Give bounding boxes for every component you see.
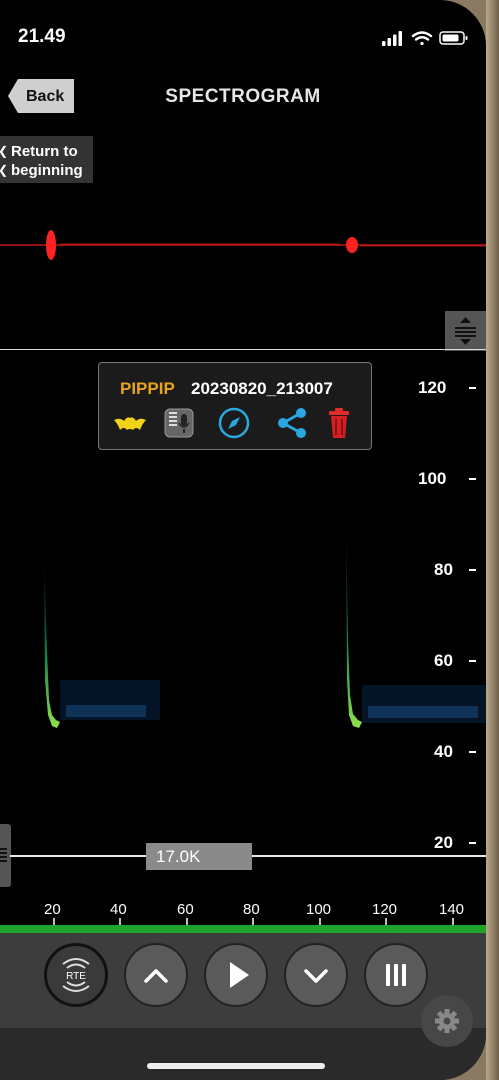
- x-tick-label: 40: [110, 901, 127, 918]
- x-tick-label: 140: [439, 901, 465, 918]
- waveform: [0, 230, 486, 260]
- settings-button[interactable]: [421, 995, 473, 1047]
- return-to-beginning-button[interactable]: ❮❮ Return to beginning: [0, 136, 93, 183]
- menu-button[interactable]: [364, 943, 428, 1007]
- x-tick-label: 60: [177, 901, 194, 918]
- waveform-pulse: [46, 230, 56, 260]
- app-screen: 21.49 Back SPECTROGRAM Return to beginni…: [0, 0, 486, 1080]
- status-time: 21.49: [18, 26, 66, 47]
- resize-panel-button[interactable]: [445, 311, 486, 351]
- return-label-line2: beginning: [11, 162, 83, 179]
- x-tick-label: 120: [372, 901, 398, 918]
- play-button[interactable]: [204, 943, 268, 1007]
- resize-icon: [455, 317, 476, 345]
- y-tick-label: 20: [434, 833, 453, 852]
- device-edge: [486, 0, 499, 1080]
- bat-call: [346, 520, 486, 728]
- x-tick-label: 20: [44, 901, 61, 918]
- battery-icon: [439, 31, 468, 45]
- location-button[interactable]: [216, 406, 252, 440]
- bat-call: [44, 560, 160, 728]
- recording-filename: 20230820_213007: [191, 379, 333, 398]
- y-tick-label: 100: [418, 469, 447, 488]
- next-button[interactable]: [284, 943, 348, 1007]
- chevron-down-icon: [304, 969, 328, 983]
- bat-icon: [114, 417, 146, 430]
- filter-value: 17.0K: [156, 847, 201, 866]
- status-icons: [382, 31, 468, 46]
- return-label-line1: Return to: [11, 143, 78, 160]
- chevron-up-icon: [144, 969, 168, 983]
- timeline-bar: [0, 925, 486, 933]
- waveform-pulse: [346, 237, 358, 253]
- share-icon: [278, 408, 306, 438]
- home-indicator: [147, 1063, 325, 1069]
- rte-label: RTE: [66, 971, 86, 982]
- compass-icon: [218, 407, 250, 439]
- recorder-icon: [164, 408, 194, 438]
- previous-button[interactable]: [124, 943, 188, 1007]
- share-button[interactable]: [274, 406, 310, 440]
- status-bar: 21.49: [0, 0, 486, 70]
- species-code: PIPPIP: [120, 379, 175, 398]
- y-tick-label: 80: [434, 560, 453, 579]
- trash-icon: [329, 408, 349, 438]
- x-tick-label: 80: [243, 901, 260, 918]
- recorder-button[interactable]: [161, 406, 197, 440]
- page-title: SPECTROGRAM: [165, 86, 321, 107]
- filter-slider-handle[interactable]: 17.0K: [146, 843, 252, 870]
- bottom-bar: [0, 1028, 486, 1080]
- rewind-chevron-icon: ❮❮: [0, 142, 8, 180]
- gear-icon: [435, 1009, 459, 1033]
- delete-button[interactable]: [321, 406, 357, 440]
- recording-info-card: PIPPIP 20230820_213007: [98, 362, 372, 450]
- wifi-icon: [411, 31, 433, 46]
- play-icon: [230, 962, 249, 988]
- y-axis-ticks: [469, 387, 476, 844]
- cellular-signal-icon: [382, 31, 402, 46]
- bars-icon: [386, 964, 406, 986]
- y-tick-label: 120: [418, 378, 447, 397]
- y-tick-label: 40: [434, 742, 453, 761]
- y-tick-label: 60: [434, 651, 453, 670]
- species-id-button[interactable]: [112, 406, 148, 440]
- x-tick-label: 100: [306, 901, 332, 918]
- rte-signal-icon: RTE: [62, 958, 90, 992]
- rte-button[interactable]: RTE: [44, 943, 108, 1007]
